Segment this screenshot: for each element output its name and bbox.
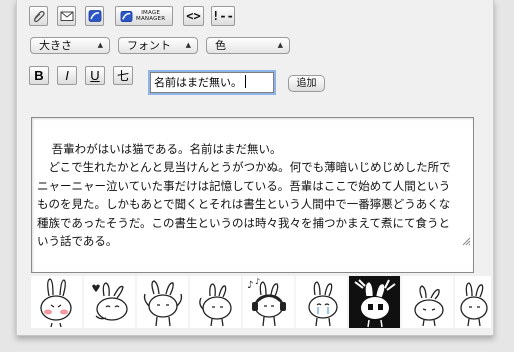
underline-label: U xyxy=(90,68,100,83)
size-select[interactable]: 大きさ ▲ xyxy=(30,37,110,54)
code-button-label: <> xyxy=(186,9,201,23)
chevron-updown-icon: ▲ xyxy=(185,41,191,49)
sticker-rabbit-headphones-icon[interactable]: ♪ ♪ xyxy=(243,276,294,328)
add-button-label: 追加 xyxy=(296,78,317,89)
chevron-updown-icon: ▲ xyxy=(97,41,103,49)
name-input[interactable]: 名前はまだ無い。 xyxy=(150,72,274,93)
image-manager-label-line2: MANAGER xyxy=(136,16,166,22)
sticker-rabbit-wave-icon[interactable] xyxy=(190,276,241,328)
size-select-value: 大きさ xyxy=(39,39,72,52)
image-manager-label: IMAGE MANAGER xyxy=(136,10,165,22)
comment-button[interactable]: !-- xyxy=(211,6,235,26)
chevron-updown-icon: ▲ xyxy=(277,41,283,49)
mail-icon xyxy=(60,10,74,22)
font-select[interactable]: フォント ▲ xyxy=(118,37,198,54)
italic-label: I xyxy=(65,68,69,83)
add-button[interactable]: 追加 xyxy=(288,75,325,92)
underline-button[interactable]: U xyxy=(85,66,105,85)
strikethrough-label: 七 xyxy=(116,69,129,83)
color-select-value: 色 xyxy=(215,39,226,52)
image-icon xyxy=(88,9,102,23)
editor-text: 吾輩わがはいは猫である。名前はまだ無い。 どこで生れたかとんと見当けんとうがつか… xyxy=(37,141,451,249)
sticker-rabbit-arms-up-icon[interactable] xyxy=(137,276,188,328)
sticker-rabbit-blush-icon[interactable] xyxy=(31,276,82,328)
font-select-value: フォント xyxy=(127,39,171,52)
sticker-rabbit-sulk-icon[interactable] xyxy=(402,276,453,328)
svg-text:♪: ♪ xyxy=(247,280,253,291)
code-button[interactable]: <> xyxy=(183,6,204,26)
image-manager-button[interactable]: IMAGE MANAGER xyxy=(115,6,173,26)
text-caret xyxy=(245,75,246,88)
name-input-value: 名前はまだ無い。 xyxy=(154,76,242,89)
editor-textarea[interactable]: 吾輩わがはいは猫である。名前はまだ無い。 どこで生れたかとんと見当けんとうがつか… xyxy=(31,117,474,273)
svg-text:♪: ♪ xyxy=(255,277,260,286)
sticker-rabbit-shocked-icon[interactable] xyxy=(349,276,400,328)
sticker-rabbit-heart-icon[interactable] xyxy=(84,276,135,328)
italic-button[interactable]: I xyxy=(57,66,77,85)
mail-button[interactable] xyxy=(57,6,76,26)
bold-button[interactable]: B xyxy=(29,66,49,85)
bold-label: B xyxy=(34,68,44,83)
strikethrough-button[interactable]: 七 xyxy=(113,66,133,85)
attach-icon xyxy=(32,9,46,23)
editor-panel: IMAGE MANAGER <> !-- 大きさ ▲ フォント ▲ 色 ▲ B … xyxy=(16,0,494,336)
color-select[interactable]: 色 ▲ xyxy=(206,37,290,54)
image-button[interactable] xyxy=(85,6,104,26)
sticker-rabbit-tears-icon[interactable] xyxy=(296,276,347,328)
sticker-strip: ♪ ♪ xyxy=(31,276,491,328)
sticker-rabbit-peek-icon[interactable] xyxy=(455,276,491,328)
comment-button-label: !-- xyxy=(212,9,234,23)
image-manager-icon xyxy=(120,10,133,23)
attach-button[interactable] xyxy=(29,6,48,26)
resize-grip-icon[interactable] xyxy=(440,215,471,271)
